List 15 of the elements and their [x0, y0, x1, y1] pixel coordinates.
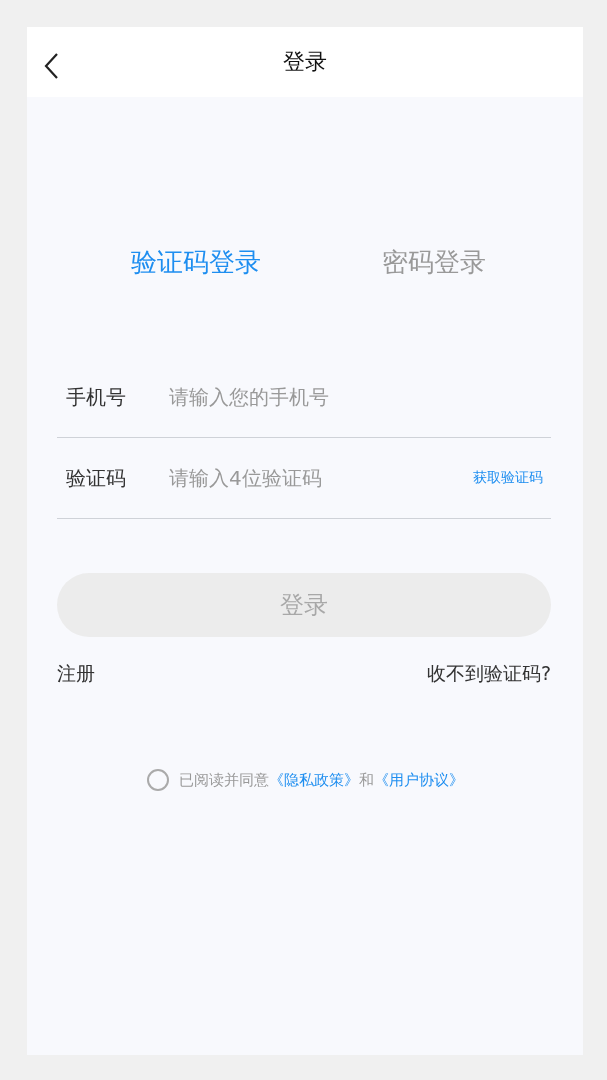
input-field[interactable]: 请输入4位验证码: [169, 466, 473, 490]
input-field[interactable]: 请输入您的手机号: [169, 385, 551, 409]
field-label: 手机号: [65, 383, 127, 411]
get-code-link[interactable]: 获取验证码: [473, 469, 551, 487]
page-title: 登录: [283, 48, 327, 76]
login-tab[interactable]: 密码登录: [315, 244, 583, 280]
agreement-text: 已阅读并同意《隐私政策》和《用户协议》: [178, 770, 464, 790]
no-code-link[interactable]: 收不到验证码?: [426, 661, 551, 687]
field-label: 验证码: [65, 464, 127, 492]
agree-radio[interactable]: [146, 769, 169, 791]
register-link[interactable]: 注册: [57, 661, 95, 687]
terms-link[interactable]: 《用户协议》: [373, 770, 464, 789]
back-icon[interactable]: [43, 52, 59, 80]
login-tab[interactable]: 验证码登录: [27, 244, 315, 280]
privacy-link[interactable]: 《隐私政策》: [268, 770, 359, 789]
